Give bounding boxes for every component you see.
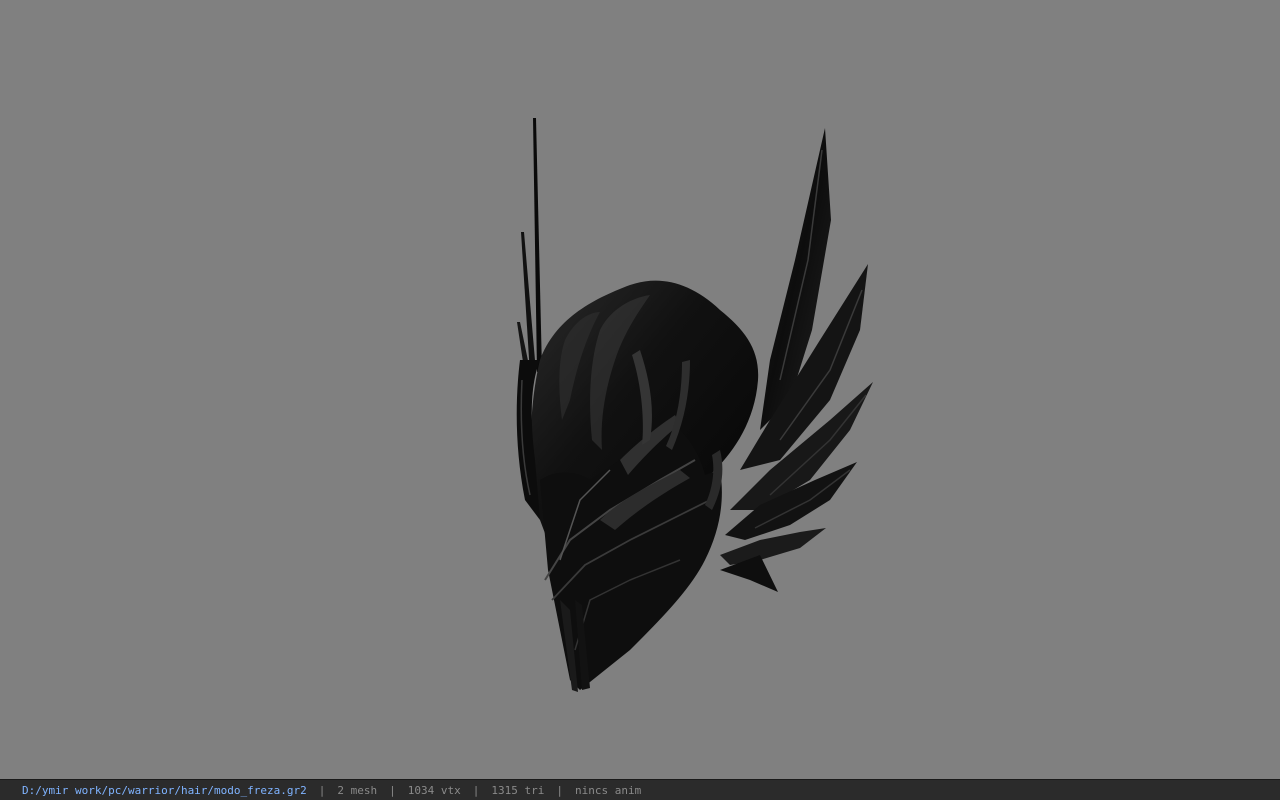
helmet-model[interactable] xyxy=(0,0,1280,779)
file-path-label: D:/ymir work/pc/warrior/hair/modo_freza.… xyxy=(22,783,307,797)
3d-viewport[interactable] xyxy=(0,0,1280,779)
status-bar: D:/ymir work/pc/warrior/hair/modo_freza.… xyxy=(0,779,1280,800)
vertex-count-label: 1034 vtx xyxy=(407,783,461,797)
separator: | xyxy=(389,783,396,797)
triangle-count-label: 1315 tri xyxy=(491,783,545,797)
mesh-count-label: 2 mesh xyxy=(337,783,378,797)
separator: | xyxy=(556,783,563,797)
animation-status-label: nincs anim xyxy=(575,783,642,797)
separator: | xyxy=(318,783,326,797)
helmet-spikes xyxy=(517,118,542,382)
separator: | xyxy=(472,783,480,797)
